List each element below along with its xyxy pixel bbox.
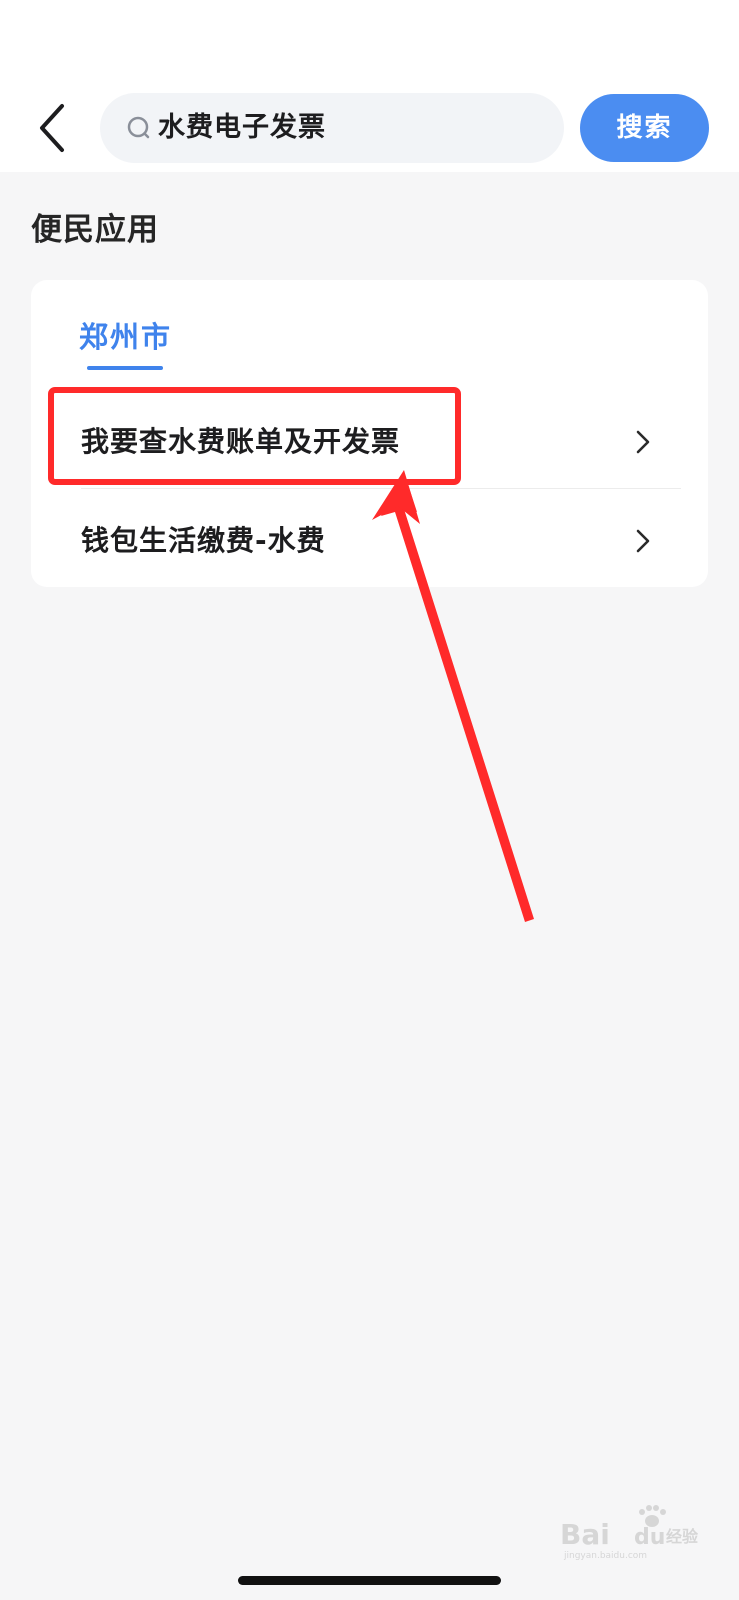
back-button[interactable] bbox=[30, 100, 74, 156]
svg-text:du: du bbox=[634, 1525, 665, 1550]
section-title: 便民应用 bbox=[31, 212, 159, 248]
list-item-label: 我要查水费账单及开发票 bbox=[81, 425, 401, 458]
back-arrow-icon bbox=[40, 104, 64, 152]
search-field[interactable]: 水费电子发票 bbox=[100, 93, 564, 163]
list-item-label: 钱包生活缴费-水费 bbox=[81, 524, 326, 557]
tab-active-indicator bbox=[87, 366, 163, 370]
search-input[interactable]: 水费电子发票 bbox=[158, 93, 326, 163]
chevron-right-icon bbox=[636, 529, 650, 553]
tab-zhengzhou[interactable]: 郑州市 bbox=[79, 314, 172, 356]
baidu-watermark: Bai du 经验 jingyan.baidu.com bbox=[560, 1505, 699, 1561]
divider bbox=[81, 488, 681, 489]
svg-text:Bai: Bai bbox=[560, 1518, 610, 1551]
search-icon bbox=[127, 116, 150, 139]
search-header: 水费电子发票 搜索 bbox=[0, 0, 739, 172]
list-item-wallet-water-payment[interactable]: 钱包生活缴费-水费 bbox=[31, 493, 708, 589]
svg-text:经验: 经验 bbox=[666, 1527, 699, 1546]
list-item-water-bill-invoice[interactable]: 我要查水费账单及开发票 bbox=[31, 394, 708, 490]
results-card: 郑州市 我要查水费账单及开发票 钱包生活缴费-水费 bbox=[31, 280, 708, 587]
chevron-right-icon bbox=[636, 430, 650, 454]
home-indicator[interactable] bbox=[238, 1576, 501, 1585]
svg-text:jingyan.baidu.com: jingyan.baidu.com bbox=[563, 1551, 647, 1561]
search-button[interactable]: 搜索 bbox=[580, 94, 709, 162]
